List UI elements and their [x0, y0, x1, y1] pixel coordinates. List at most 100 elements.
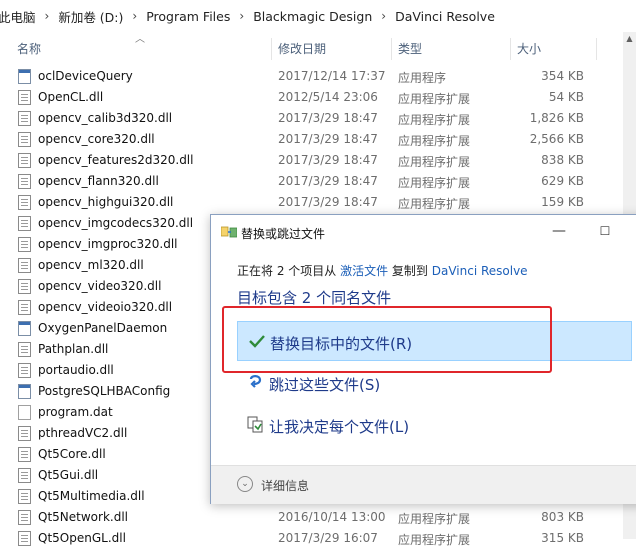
file-row[interactable]: Qt5Network.dll 2016/10/14 13:00 应用程序扩展 803 …: [0, 507, 636, 528]
dll-icon: [18, 447, 31, 462]
column-header-row: 名称 修改日期 类型 大小: [0, 34, 636, 62]
file-type: 应用程序扩展: [398, 512, 471, 526]
column-header-type[interactable]: 类型: [398, 34, 422, 62]
column-header-name-label: 名称: [17, 41, 42, 56]
column-header-size[interactable]: 大小: [517, 34, 541, 62]
file-type: 应用程序扩展: [398, 92, 471, 106]
file-name: Qt5Core.dll: [38, 447, 106, 461]
file-size: 315 KB: [541, 531, 584, 545]
scroll-up-icon[interactable]: ▲: [623, 32, 636, 46]
column-header-size-label: 大小: [517, 41, 542, 56]
file-date: 2017/3/29 18:47: [278, 111, 378, 125]
chevron-right-icon[interactable]: ›: [234, 9, 253, 23]
dialog-titlebar[interactable]: 替换或跳过文件 — ☐ ✕: [211, 215, 636, 249]
exe-icon: [18, 69, 31, 84]
file-name: opencv_calib3d320.dll: [38, 111, 173, 125]
file-date: 2016/10/14 13:00: [278, 510, 386, 524]
dll-icon: [18, 363, 31, 378]
file-name: oclDeviceQuery: [38, 69, 133, 83]
annotation-highlight-box: [222, 306, 552, 373]
column-divider[interactable]: [391, 38, 392, 60]
source-folder-link[interactable]: 激活文件: [340, 264, 388, 278]
file-date: 2017/3/29 18:47: [278, 174, 378, 188]
dialog-description: 正在将 2 个项目从 激活文件 复制到 DaVinci Resolve: [237, 262, 528, 279]
breadcrumb-item[interactable]: DaVinci Resolve: [395, 9, 499, 24]
dll-icon: [18, 279, 31, 294]
file-row[interactable]: opencv_highgui320.dll 2017/3/29 18:47 应用程序…: [0, 192, 636, 213]
dll-icon: [18, 216, 31, 231]
chevron-right-icon[interactable]: ›: [127, 9, 146, 23]
dll-icon: [18, 153, 31, 168]
file-type: 应用程序: [398, 71, 447, 85]
file-row[interactable]: opencv_features2d320.dll 2017/3/29 18:47 应…: [0, 150, 636, 171]
dll-icon: [18, 111, 31, 126]
chevron-right-icon[interactable]: ›: [376, 9, 395, 23]
file-row[interactable]: opencv_core320.dll 2017/3/29 18:47 应用程序扩展 2…: [0, 129, 636, 150]
file-type: 应用程序扩展: [398, 176, 471, 190]
file-name: OxygenPanelDaemon: [38, 321, 168, 335]
dll-icon: [18, 132, 31, 147]
file-name: pthreadVC2.dll: [38, 426, 128, 440]
breadcrumb-item[interactable]: Blackmagic Design: [253, 9, 376, 24]
file-date: 2012/5/14 23:06: [278, 90, 378, 104]
close-icon[interactable]: ✕: [619, 217, 636, 245]
file-row[interactable]: opencv_flann320.dll 2017/3/29 18:47 应用程序扩展…: [0, 171, 636, 192]
file-name: opencv_highgui320.dll: [38, 195, 174, 209]
dll-icon: [18, 510, 31, 525]
breadcrumb-item[interactable]: 新加卷 (D:): [58, 7, 127, 26]
copy-files-icon: [221, 226, 237, 238]
breadcrumb-item[interactable]: Program Files: [146, 9, 234, 24]
file-name: opencv_features2d320.dll: [38, 153, 194, 167]
desc-prefix: 正在将 2 个项目从: [237, 264, 341, 278]
dll-icon: [18, 174, 31, 189]
column-divider[interactable]: [510, 38, 511, 60]
file-name: opencv_video320.dll: [38, 279, 162, 293]
expand-details-icon[interactable]: ⌄: [237, 476, 253, 492]
file-type: 应用程序扩展: [398, 113, 471, 127]
file-name: Qt5Network.dll: [38, 510, 128, 524]
file-type: 应用程序扩展: [398, 197, 471, 211]
file-date: 2017/3/29 18:47: [278, 195, 378, 209]
file-date: 2017/12/14 17:37: [278, 69, 386, 83]
breadcrumb-item[interactable]: 此电脑: [0, 7, 40, 26]
file-name: Qt5Gui.dll: [38, 468, 99, 482]
decide-each-file-option[interactable]: 让我决定每个文件(L): [237, 405, 632, 445]
file-name: PostgreSQLHBAConfig: [38, 384, 171, 398]
decide-each-file-label: 让我决定每个文件(L): [269, 418, 410, 436]
column-divider[interactable]: [271, 38, 272, 60]
exe-icon: [18, 384, 31, 399]
column-header-type-label: 类型: [398, 41, 423, 56]
file-size: 2,566 KB: [529, 132, 584, 146]
dll-icon: [18, 489, 31, 504]
file-row[interactable]: OpenCL.dll 2012/5/14 23:06 应用程序扩展 54 KB: [0, 87, 636, 108]
details-toggle[interactable]: 详细信息: [261, 477, 309, 494]
file-row[interactable]: opencv_calib3d320.dll 2017/3/29 18:47 应用程序…: [0, 108, 636, 129]
file-name: opencv_imgcodecs320.dll: [38, 216, 194, 230]
column-header-date-label: 修改日期: [278, 41, 327, 56]
file-size: 1,826 KB: [529, 111, 584, 125]
file-name: Qt5OpenGL.dll: [38, 531, 126, 545]
column-divider[interactable]: [596, 38, 597, 60]
file-type: 应用程序扩展: [398, 155, 471, 169]
file-size: 54 KB: [548, 90, 584, 104]
file-name: program.dat: [38, 405, 113, 419]
dll-icon: [18, 90, 31, 105]
skip-arrow-icon: [249, 375, 262, 388]
file-name: portaudio.dll: [38, 363, 114, 377]
dialog-title: 替换或跳过文件: [241, 227, 326, 241]
column-header-name[interactable]: 名称: [17, 34, 41, 62]
chevron-right-icon[interactable]: ›: [40, 9, 59, 23]
file-row[interactable]: oclDeviceQuery 2017/12/14 17:37 应用程序 354 KB: [0, 66, 636, 87]
file-date: 2017/3/29 18:47: [278, 153, 378, 167]
file-size: 629 KB: [541, 174, 584, 188]
column-header-date[interactable]: 修改日期: [278, 34, 326, 62]
destination-folder-link[interactable]: DaVinci Resolve: [432, 264, 528, 278]
file-name: opencv_ml320.dll: [38, 258, 144, 272]
desc-mid: 复制到: [388, 264, 432, 278]
minimize-icon[interactable]: —: [536, 217, 582, 245]
exe-icon: [18, 321, 31, 336]
file-name: opencv_core320.dll: [38, 132, 155, 146]
file-name: OpenCL.dll: [38, 90, 104, 104]
file-date: 2017/3/29 16:07: [278, 531, 378, 545]
file-date: 2017/3/29 18:47: [278, 132, 378, 146]
